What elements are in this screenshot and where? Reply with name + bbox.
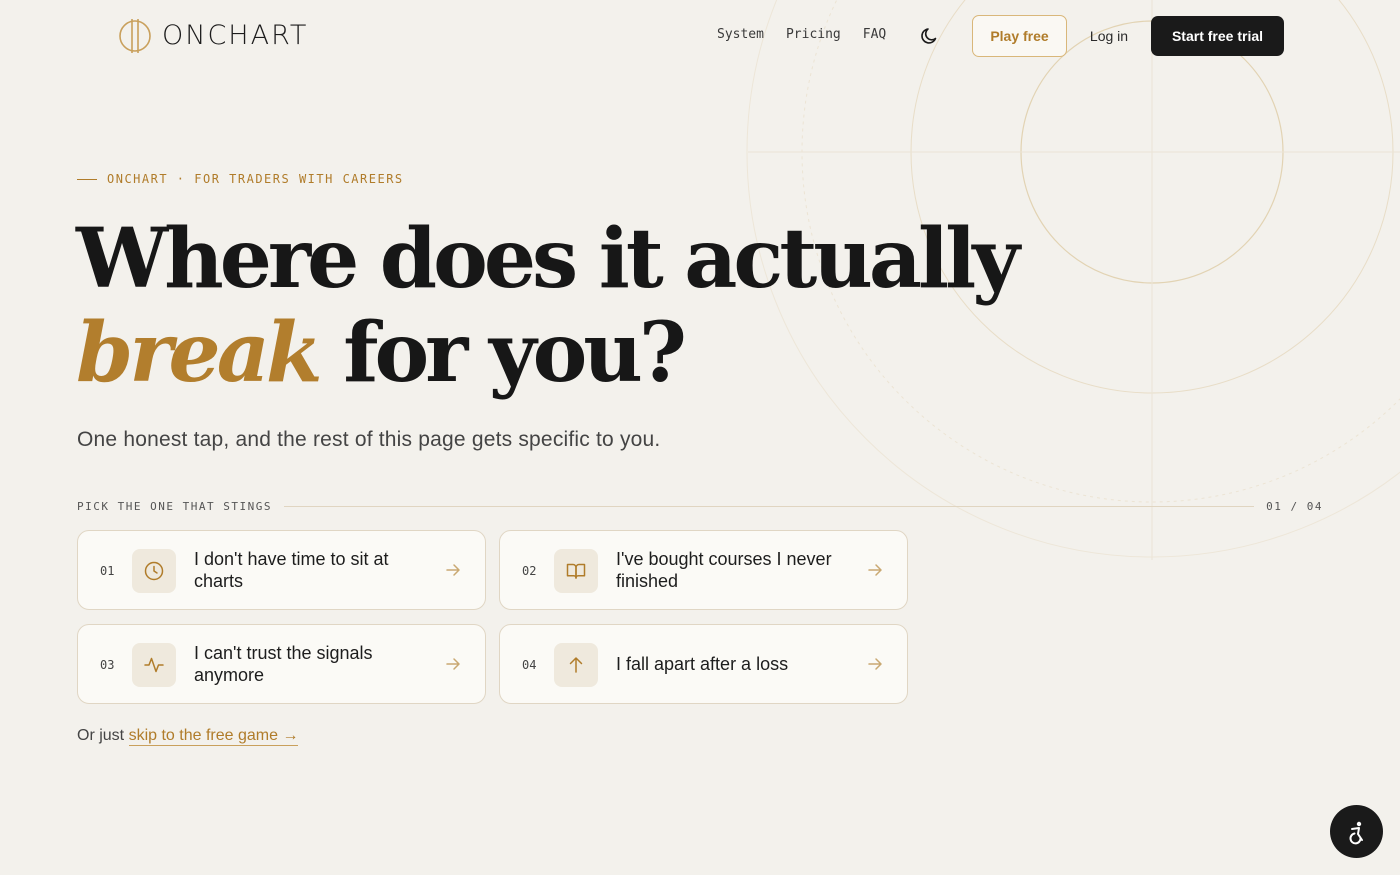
picker-label: PICK THE ONE THAT STINGS — [77, 499, 272, 513]
option-card-signals[interactable]: 03 I can't trust the signals anymore — [77, 624, 486, 704]
arrow-right-icon — [868, 564, 882, 576]
picker-divider — [283, 505, 1255, 507]
play-free-button[interactable]: Play free — [972, 15, 1067, 57]
book-icon — [566, 563, 586, 579]
option-icon-box — [132, 549, 176, 593]
eyebrow-text: ONCHART · FOR TRADERS WITH CAREERS — [107, 172, 404, 186]
brand-name: ONCHART — [162, 19, 309, 51]
activity-icon — [144, 657, 164, 673]
nav-pricing[interactable]: Pricing — [786, 27, 841, 42]
picker-counter: 01 / 04 — [1266, 499, 1323, 513]
arrow-right-icon — [868, 658, 882, 670]
moon-icon[interactable] — [920, 26, 940, 46]
option-text: I don't have time to sit at charts — [194, 549, 389, 591]
start-trial-button[interactable]: Start free trial — [1151, 16, 1284, 56]
option-card-loss[interactable]: 04 I fall apart after a loss — [499, 624, 908, 704]
option-icon-box — [554, 643, 598, 687]
option-number: 03 — [100, 658, 115, 672]
option-text: I fall apart after a loss — [616, 654, 789, 674]
hero-eyebrow: ONCHART · FOR TRADERS WITH CAREERS — [77, 172, 404, 186]
logo-mark-icon — [119, 19, 151, 53]
skip-to-game-link[interactable]: skip to the free game → — [128, 727, 299, 746]
accessibility-button[interactable] — [1330, 805, 1383, 858]
accessibility-icon — [1349, 821, 1363, 844]
headline-rest: for you? — [343, 305, 687, 401]
login-button[interactable]: Log in — [1078, 15, 1140, 57]
arrow-right-icon — [446, 658, 460, 670]
headline-accent: break — [76, 305, 323, 401]
arrow-up-icon — [569, 657, 583, 673]
option-text: I've bought courses I never finished — [616, 549, 832, 591]
hero-subhead: One honest tap, and the rest of this pag… — [77, 428, 661, 451]
site-header: ONCHART System Pricing FAQ Play free Log… — [0, 0, 1400, 72]
option-card-time[interactable]: 01 I don't have time to sit at charts — [77, 530, 486, 610]
brand-logo[interactable]: ONCHART — [118, 16, 308, 54]
skip-line: Or just skip to the free game → — [77, 727, 299, 746]
hero-headline: Where does it actually break for you? — [76, 211, 1020, 401]
clock-icon — [144, 561, 164, 581]
headline-line-1: Where does it actually — [76, 211, 1020, 307]
main-nav: System Pricing FAQ — [717, 27, 886, 42]
option-number: 04 — [522, 658, 537, 672]
picker-header: PICK THE ONE THAT STINGS 01 / 04 — [77, 499, 1323, 513]
skip-prefix: Or just — [77, 727, 125, 744]
option-number: 01 — [100, 564, 115, 578]
option-icon-box — [554, 549, 598, 593]
option-number: 02 — [522, 564, 537, 578]
eyebrow-divider — [77, 178, 97, 180]
option-icon-box — [132, 643, 176, 687]
nav-system[interactable]: System — [717, 27, 764, 42]
nav-faq[interactable]: FAQ — [863, 27, 886, 42]
option-text: I can't trust the signals anymore — [194, 643, 373, 685]
arrow-right-icon — [446, 564, 460, 576]
option-card-courses[interactable]: 02 I've bought courses I never finished — [499, 530, 908, 610]
